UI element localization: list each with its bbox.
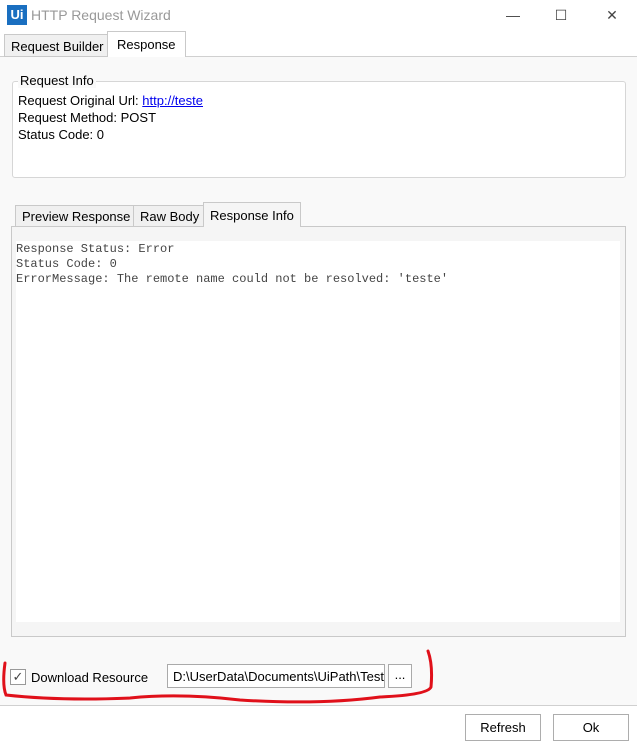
maximize-button[interactable]: ☐ (546, 5, 576, 25)
request-info-label: Request Info (18, 73, 96, 88)
tab-raw-body[interactable]: Raw Body (133, 205, 207, 227)
url-label: Request Original Url: (18, 93, 139, 108)
response-line: ErrorMessage: The remote name could not … (16, 272, 449, 286)
title-bar: Ui HTTP Request Wizard — ☐ ✕ (0, 0, 637, 30)
refresh-button[interactable]: Refresh (465, 714, 541, 741)
tab-response[interactable]: Response (107, 31, 186, 57)
tab-request-builder[interactable]: Request Builder (4, 34, 111, 57)
ok-button[interactable]: Ok (553, 714, 629, 741)
app-logo-icon: Ui (7, 5, 27, 25)
request-url-line: Request Original Url: http://teste (18, 93, 203, 108)
window-title: HTTP Request Wizard (31, 7, 171, 23)
tab-preview-response[interactable]: Preview Response (15, 205, 138, 227)
response-line: Status Code: 0 (16, 257, 117, 271)
response-line: Response Status: Error (16, 242, 175, 256)
url-link[interactable]: http://teste (142, 93, 203, 108)
red-annotation-underline (2, 649, 434, 704)
minimize-button[interactable]: — (498, 5, 528, 25)
tab-response-info[interactable]: Response Info (203, 202, 301, 227)
request-status: Status Code: 0 (18, 127, 104, 142)
request-method: Request Method: POST (18, 110, 157, 125)
response-text-area[interactable]: Response Status: Error Status Code: 0 Er… (16, 241, 620, 622)
close-button[interactable]: ✕ (597, 5, 627, 25)
